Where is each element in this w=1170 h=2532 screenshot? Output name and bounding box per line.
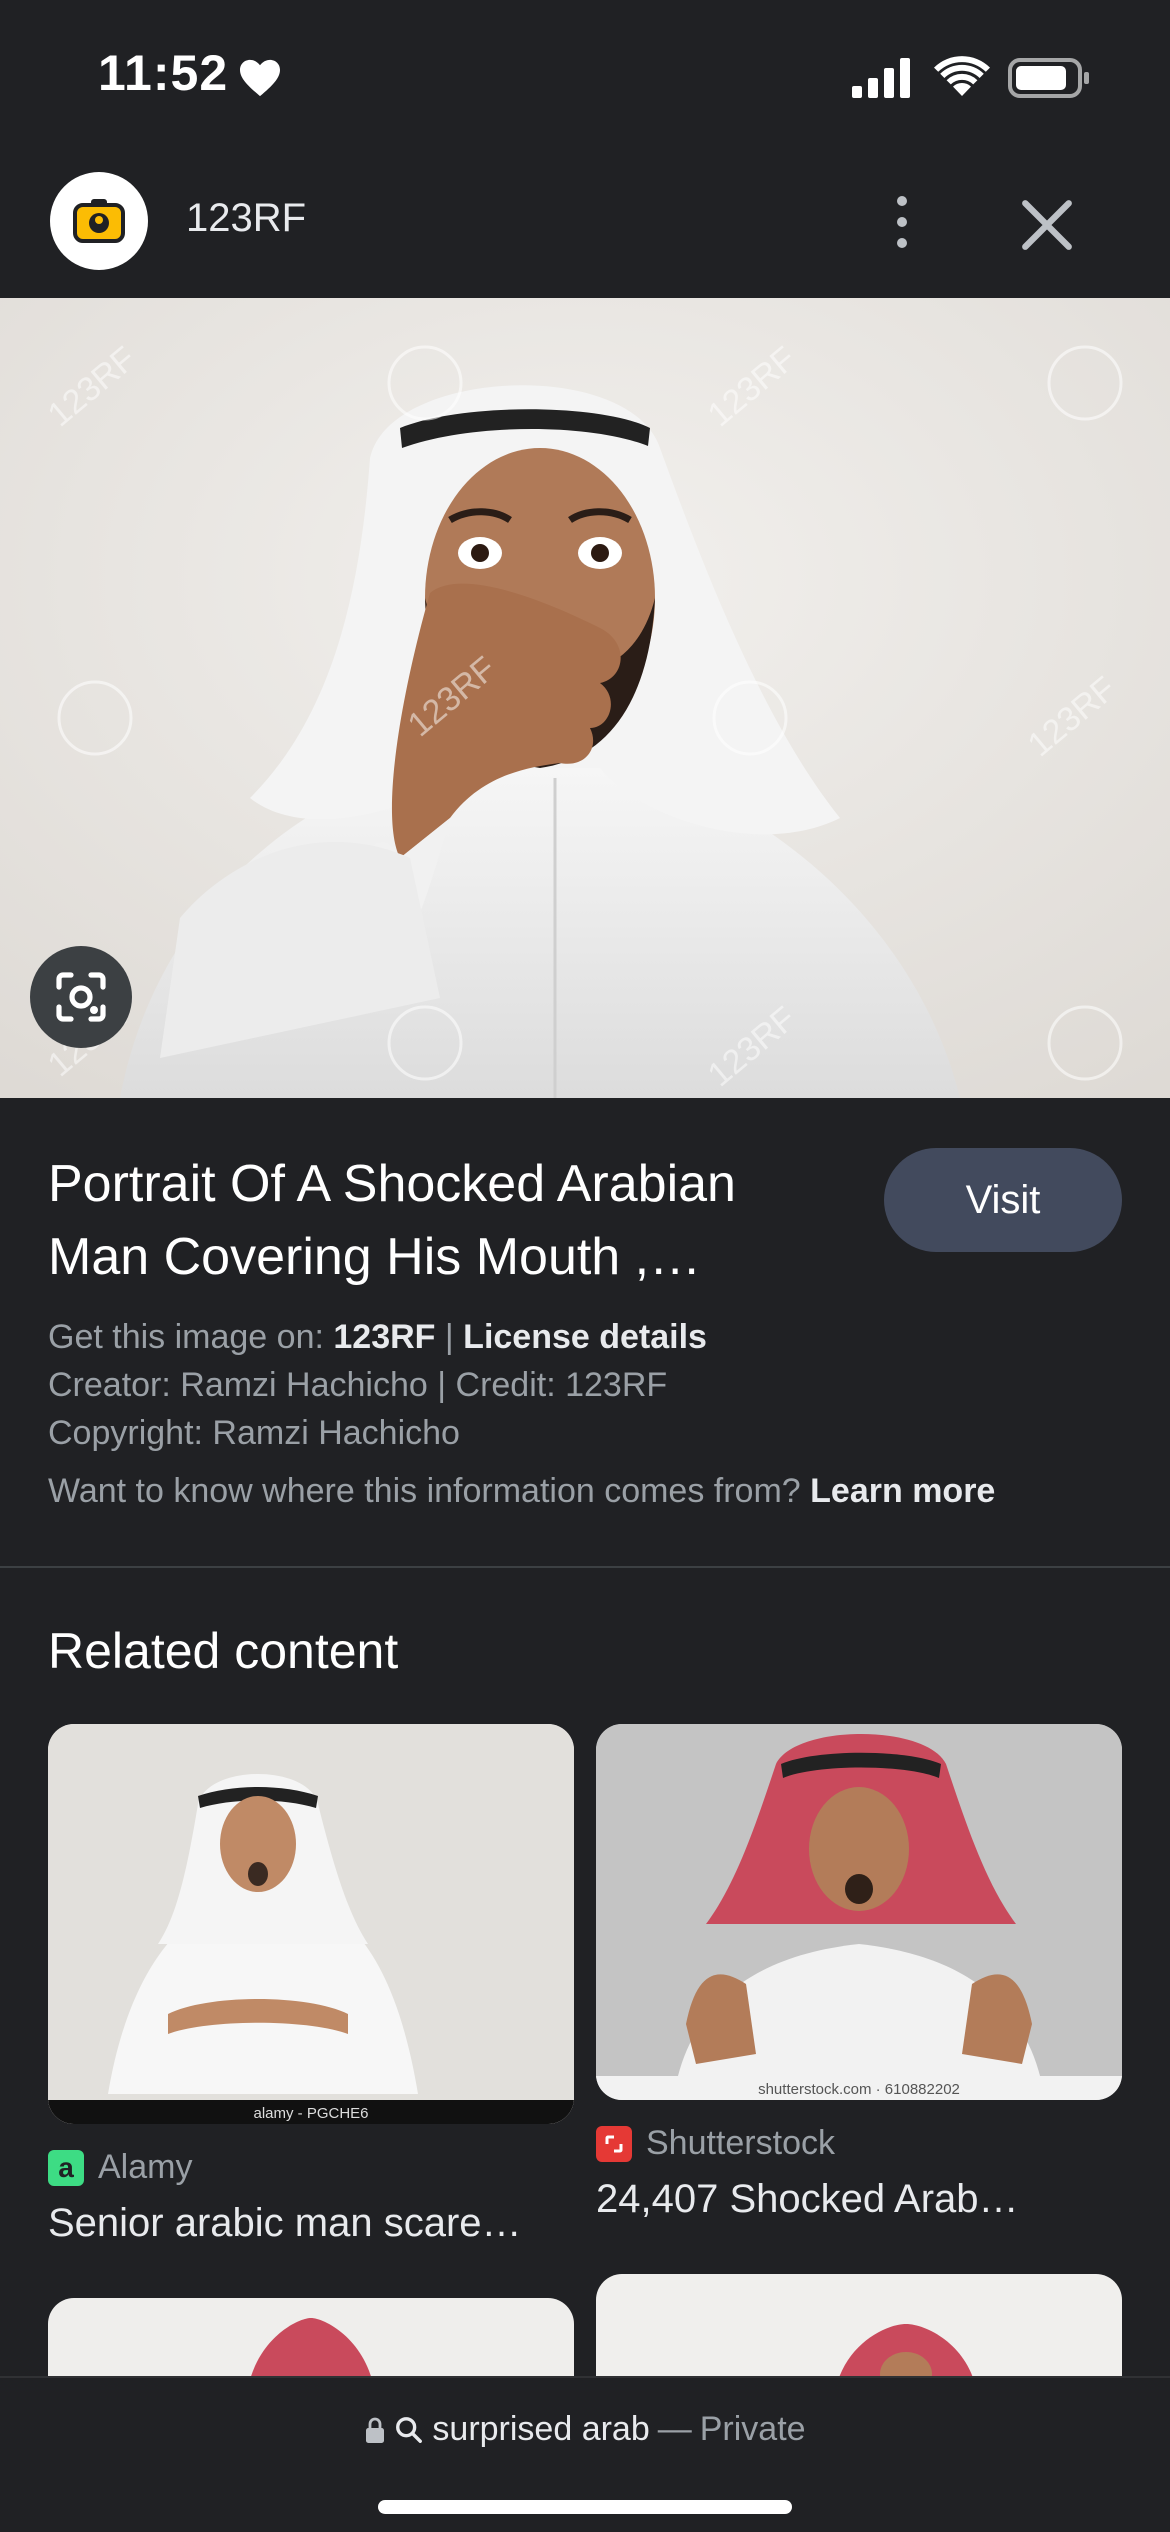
status-bar: 11:52 (0, 0, 1170, 150)
cellular-signal-icon (852, 58, 910, 98)
related-source: Shutterstock (596, 2124, 1122, 2163)
get-image-prefix: Get this image on: (48, 1318, 334, 1356)
hero-photo: 123RF 123RF 123RF 123RF 123RF 123RF (0, 298, 1170, 1098)
home-indicator[interactable] (378, 2500, 792, 2514)
wifi-icon (934, 56, 990, 96)
alamy-favicon-icon: a (48, 2149, 84, 2186)
search-query-pill[interactable]: surprised arab — Private (0, 2410, 1170, 2449)
visit-button[interactable]: Visit (884, 1148, 1122, 1252)
site-name[interactable]: 123RF (186, 196, 306, 241)
info-line: Want to know where this information come… (48, 1472, 995, 1511)
mode-dash: — (657, 2410, 692, 2448)
related-card-partial[interactable] (48, 2298, 574, 2388)
battery-icon (1008, 58, 1089, 98)
related-caption[interactable]: 24,407 Shocked Arab… (596, 2177, 1122, 2222)
related-source: a Alamy (48, 2148, 574, 2187)
source-name: Shutterstock (646, 2124, 835, 2162)
camera-logo-icon (73, 199, 125, 243)
hero-image[interactable]: 123RF 123RF 123RF 123RF 123RF 123RF (0, 298, 1170, 1098)
source-link[interactable]: 123RF (333, 1318, 435, 1356)
divider (0, 1566, 1170, 1568)
result-title[interactable]: Portrait Of A Shocked Arabian Man Coveri… (48, 1148, 828, 1294)
lens-search-button[interactable] (30, 946, 132, 1048)
status-time: 11:52 (98, 45, 229, 101)
close-icon[interactable] (1018, 196, 1076, 254)
bottom-search-bar: surprised arab — Private (0, 2376, 1170, 2532)
more-vertical-icon[interactable] (880, 186, 924, 258)
shutterstock-favicon-icon (596, 2125, 632, 2162)
related-image[interactable]: alamy - PGCHE6 (48, 1724, 574, 2124)
related-card-shutterstock[interactable]: shutterstock.com · 610882202 Shutterstoc… (596, 1724, 1122, 2222)
separator: | (435, 1318, 464, 1356)
site-logo[interactable] (50, 172, 148, 270)
lock-icon (366, 2417, 385, 2443)
related-heading: Related content (48, 1623, 399, 1679)
related-card-alamy[interactable]: alamy - PGCHE6 a Alamy Senior arabic man… (48, 1724, 574, 2246)
image-label: shutterstock.com · 610882202 (758, 2081, 960, 2098)
search-query: surprised arab (432, 2410, 650, 2448)
image-label: alamy - PGCHE6 (253, 2105, 368, 2122)
creator-line: Creator: Ramzi Hachicho | Credit: 123RF (48, 1366, 668, 1404)
mode-label: Private (699, 2410, 806, 2448)
search-icon (396, 2416, 423, 2443)
related-image[interactable]: shutterstock.com · 610882202 (596, 1724, 1122, 2100)
related-caption[interactable]: Senior arabic man scare… (48, 2201, 574, 2246)
lens-search-icon (56, 972, 106, 1022)
license-details-link[interactable]: License details (463, 1318, 707, 1356)
related-card-partial[interactable] (596, 2274, 1122, 2388)
copyright-line: Copyright: Ramzi Hachicho (48, 1414, 460, 1452)
heart-icon (240, 59, 280, 97)
info-question: Want to know where this information come… (48, 1472, 811, 1510)
source-line: Get this image on: 123RF | License detai… (48, 1318, 707, 1357)
learn-more-link[interactable]: Learn more (810, 1472, 995, 1510)
viewer-header: 123RF (0, 150, 1170, 298)
source-name: Alamy (98, 2148, 193, 2186)
